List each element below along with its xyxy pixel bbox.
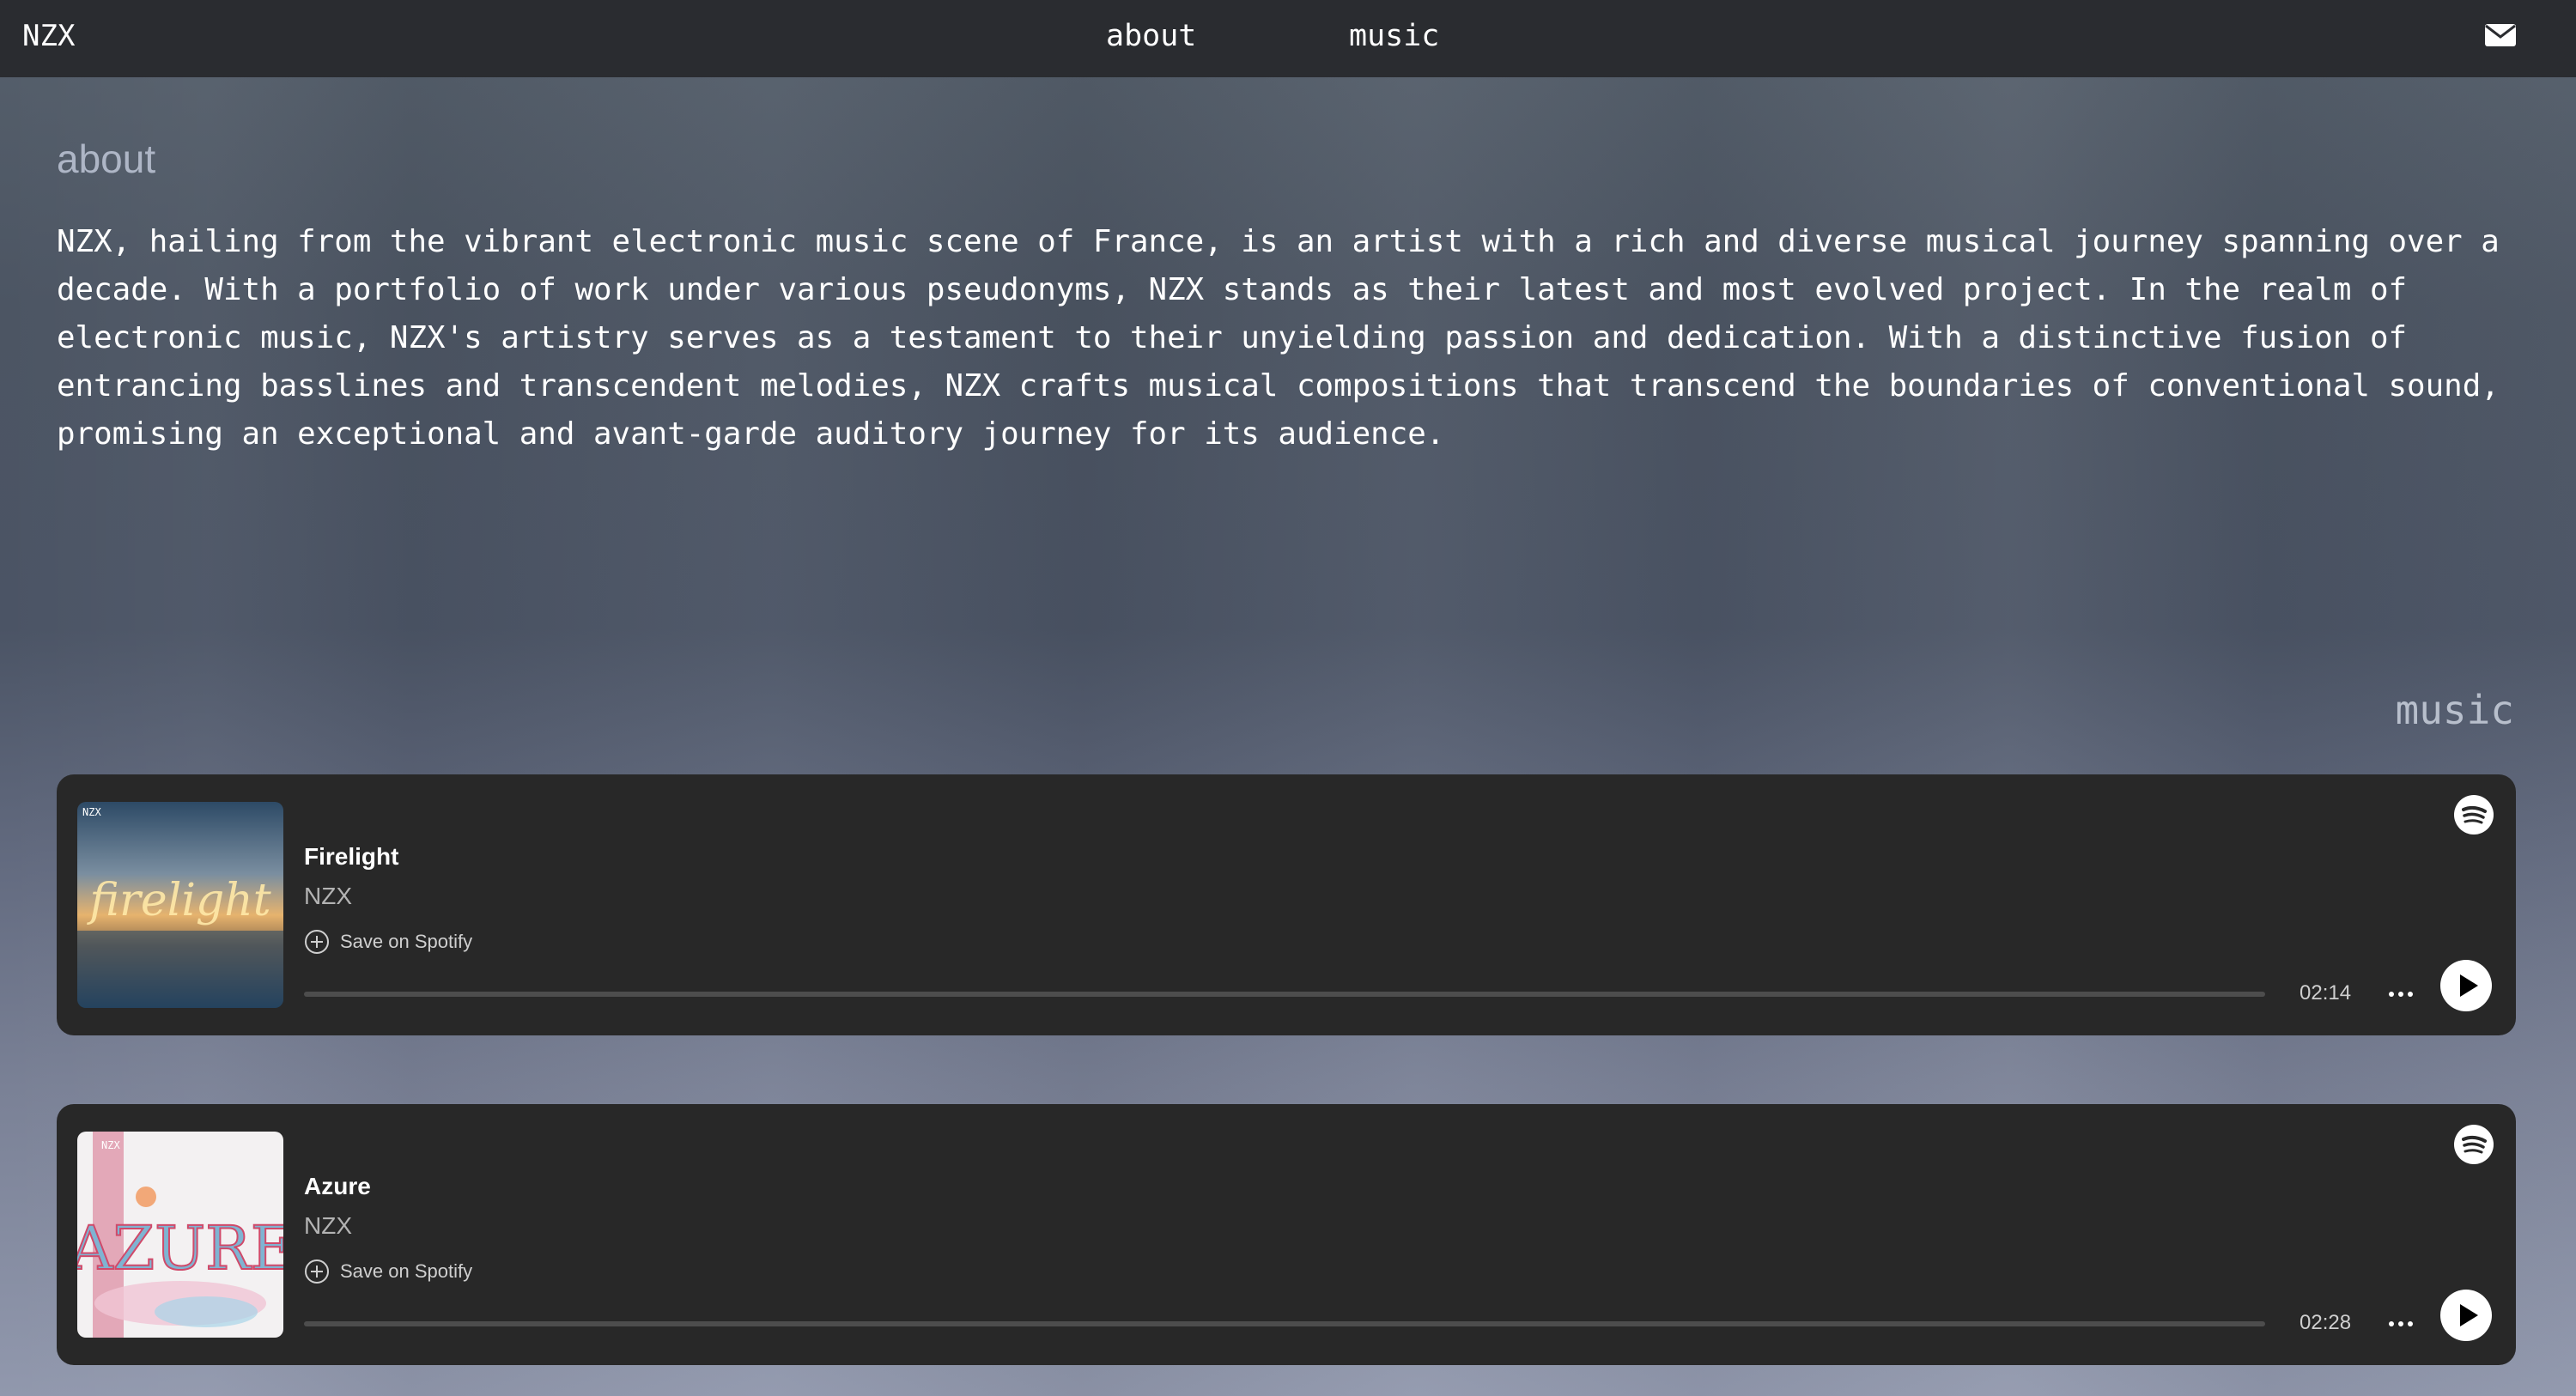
track-duration: 02:14 [2300, 981, 2352, 1005]
more-options-icon[interactable] [2384, 1307, 2418, 1341]
spotify-icon[interactable] [2454, 795, 2494, 835]
nav-link-about[interactable]: about [1106, 19, 1196, 53]
brand-logo[interactable]: NZX [22, 19, 75, 53]
cover-title-azure: AZURE [77, 1213, 283, 1284]
track-artist[interactable]: NZX [304, 883, 352, 910]
envelope-icon[interactable] [2484, 22, 2517, 48]
spotify-embed-firelight: NZX firelight Firelight NZX Save on Spot… [57, 774, 2516, 1035]
album-cover-azure[interactable]: NZX AZURE [77, 1132, 283, 1338]
track-duration: 02:28 [2300, 1311, 2352, 1334]
nav-link-music[interactable]: music [1349, 19, 1439, 53]
save-label: Save on Spotify [340, 931, 473, 952]
music-heading: music [2395, 687, 2514, 733]
spotify-embed-azure: NZX AZURE Azure NZX Save on Spotify 02:2… [57, 1104, 2516, 1365]
cover-badge-firelight: NZX [82, 806, 101, 818]
progress-bar[interactable] [304, 992, 2265, 997]
save-on-spotify-button[interactable]: Save on Spotify [304, 1257, 472, 1286]
cover-title-firelight: firelight [86, 875, 270, 926]
track-artist[interactable]: NZX [304, 1212, 352, 1240]
spotify-icon[interactable] [2454, 1125, 2494, 1164]
plus-circle-icon [305, 1259, 329, 1284]
save-on-spotify-button[interactable]: Save on Spotify [304, 927, 472, 956]
save-label: Save on Spotify [340, 1260, 473, 1282]
track-title[interactable]: Firelight [304, 843, 398, 871]
about-heading: about [57, 137, 156, 181]
progress-bar[interactable] [304, 1321, 2265, 1326]
top-navbar: NZX about music [0, 0, 2576, 77]
track-title[interactable]: Azure [304, 1173, 371, 1200]
play-button[interactable] [2440, 960, 2492, 1011]
cover-badge-azure: NZX [101, 1139, 120, 1151]
plus-circle-icon [305, 930, 329, 954]
more-options-icon[interactable] [2384, 977, 2418, 1011]
play-button[interactable] [2440, 1290, 2492, 1341]
album-cover-firelight[interactable]: NZX firelight [77, 802, 283, 1008]
about-text: NZX, hailing from the vibrant electronic… [57, 224, 2500, 452]
